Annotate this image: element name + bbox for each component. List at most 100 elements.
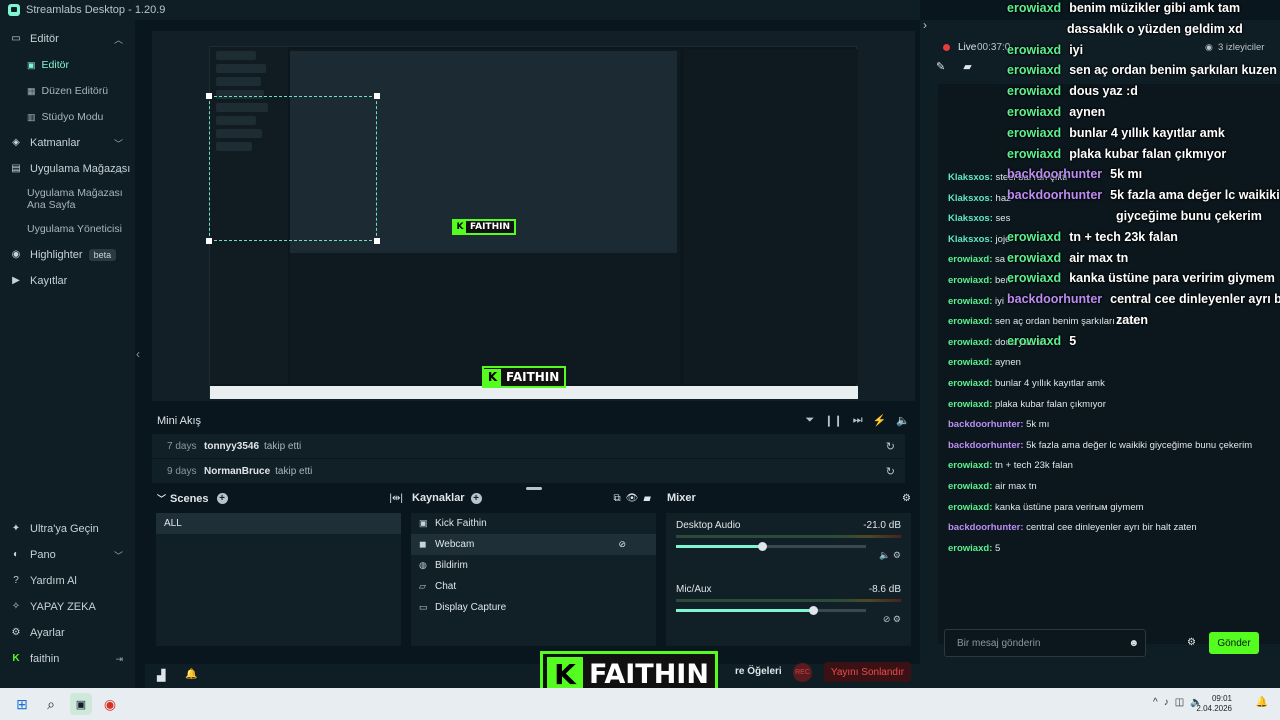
resize-divider[interactable] — [526, 487, 542, 490]
record-button[interactable]: REC — [793, 663, 812, 682]
chat-username[interactable]: erowiaxd — [948, 399, 989, 410]
gear-icon[interactable]: ⚙ — [893, 614, 901, 624]
gear-icon[interactable]: ⚙ — [902, 493, 911, 504]
mic-muted-icon[interactable]: ⊘ — [883, 614, 891, 624]
mute-alerts-icon[interactable]: ⚡ — [873, 414, 887, 427]
nav-recordings[interactable]: ▶ Kayıtlar — [0, 268, 135, 294]
resize-handle[interactable] — [374, 93, 380, 99]
chat-username[interactable]: Klaksxos — [948, 234, 990, 245]
kick-faithin-badge-small: K FAITHIN — [452, 219, 516, 235]
bell-icon[interactable]: 🔔 — [185, 669, 197, 680]
windows-start-icon[interactable]: ⊞ — [11, 693, 33, 715]
nav-highlighter[interactable]: ◉ Highlighter beta — [0, 242, 135, 268]
chat-username[interactable]: erowiaxd — [948, 316, 989, 327]
chat-username[interactable]: backdoorhunter — [948, 522, 1020, 533]
group-icon[interactable]: ⧉ — [614, 493, 626, 504]
collapse-chat-icon[interactable]: › — [923, 18, 927, 32]
volume-slider-knob[interactable] — [808, 606, 818, 615]
source-item-kick-faithin[interactable]: ▣ Kick Faithin — [411, 513, 656, 534]
chat-overlay: erowiaxd benim müzikler gibi amk tam dassa… — [1007, 0, 1280, 360]
chat-username[interactable]: erowiaxd — [948, 337, 989, 348]
search-icon[interactable]: ⌕ — [40, 693, 62, 715]
chat-input[interactable]: Bir mesaj gönderin ☻ — [944, 629, 1146, 657]
folder-icon[interactable]: ▰ — [643, 493, 656, 504]
nav-sub-editor[interactable]: ▣ Editör — [0, 52, 135, 78]
resize-handle[interactable] — [206, 238, 212, 244]
send-button[interactable]: Gönder — [1209, 632, 1259, 654]
chrome-icon[interactable]: ◉ — [99, 693, 121, 715]
resize-handle[interactable] — [206, 93, 212, 99]
chat-username[interactable]: backdoorhunter — [948, 440, 1020, 451]
nav-dashboard[interactable]: ◐ Pano ﹀ — [0, 542, 135, 568]
nav-app-store[interactable]: ▤ Uygulama Mağazası ︿ — [0, 156, 135, 182]
kick-k-icon: K — [484, 368, 501, 386]
end-stream-button[interactable]: Yayını Sonlandır — [824, 662, 911, 682]
edit-icon[interactable]: ✎ — [936, 60, 945, 73]
nav-editor[interactable]: ▭ Editör ︿ — [0, 26, 135, 52]
notifications-icon[interactable]: 🔔 — [1256, 697, 1268, 708]
nav-sub-app-store-home[interactable]: Uygulama Mağazası Ana Sayfa — [0, 182, 135, 216]
mic-icon[interactable]: ♪ — [1164, 697, 1175, 708]
mini-feed-toolbar: ⏷ ❙❙ ⏭ ⚡ 🔈 — [805, 414, 910, 427]
chat-username[interactable]: erowiaxd — [948, 543, 989, 554]
chat-username[interactable]: Klaksxos — [948, 193, 990, 204]
filter-icon[interactable]: ⏷ — [805, 414, 814, 427]
nav-ai[interactable]: ✧ YAPAY ZEKA — [0, 594, 135, 620]
nav-layers[interactable]: ◈ Katmanlar ﹀ — [0, 130, 135, 156]
chat-username[interactable]: erowiaxd — [948, 357, 989, 368]
chevron-up-icon[interactable]: ^ — [1153, 697, 1164, 708]
replay-icon[interactable]: ↻ — [886, 440, 895, 453]
volume-slider[interactable] — [676, 606, 866, 615]
nav-sub-layout-editor[interactable]: ▦ Düzen Editörü — [0, 78, 135, 104]
nav-help[interactable]: ? Yardım Al — [0, 568, 135, 594]
transition-icon[interactable]: |⇹| — [389, 493, 403, 504]
selection-box[interactable] — [209, 96, 377, 241]
chat-settings-icon[interactable]: ⚙ — [1187, 637, 1196, 648]
stream-preview[interactable]: K FAITHIN K FAITHIN — [152, 31, 915, 401]
emoji-icon[interactable]: ☻ — [1128, 638, 1139, 649]
gear-icon[interactable]: ⚙ — [893, 550, 901, 560]
skip-icon[interactable]: ⏭ — [853, 414, 863, 427]
volume-slider[interactable] — [676, 542, 866, 551]
collapse-chevron-icon[interactable]: ﹀ — [157, 492, 166, 505]
add-source-icon[interactable]: + — [470, 492, 482, 504]
chat-username[interactable]: erowiaxd — [948, 460, 989, 471]
replay-icon[interactable]: ↻ — [886, 465, 895, 478]
nav-user[interactable]: K faithin ⇥ — [0, 646, 135, 672]
chat-username[interactable]: erowiaxd — [948, 481, 989, 492]
source-item-bildirim[interactable]: ◍ Bildirim — [411, 555, 656, 576]
add-scene-icon[interactable]: + — [216, 493, 228, 504]
speaker-icon[interactable]: 🔈 — [879, 550, 890, 560]
hidden-eye-icon[interactable]: ⊘ — [618, 539, 626, 550]
chat-username[interactable]: Klaksxos — [948, 172, 990, 183]
source-item-webcam[interactable]: ◼ Webcam ⊘ — [411, 534, 656, 555]
nav-sub-app-manager[interactable]: Uygulama Yöneticisi — [0, 216, 135, 242]
source-item-display-capture[interactable]: ▭ Display Capture — [411, 597, 656, 618]
chat-username[interactable]: erowiaxd — [948, 378, 989, 389]
volume-icon[interactable]: 🔈 — [896, 414, 910, 427]
chat-username[interactable]: erowiaxd — [948, 254, 989, 265]
streamlabs-taskbar-icon[interactable]: ▣ — [70, 693, 92, 715]
chat-username[interactable]: erowiaxd — [948, 296, 989, 307]
chat-username[interactable]: Klaksxos — [948, 213, 990, 224]
stats-icon[interactable]: ▟ — [157, 669, 165, 682]
nav-help-label: Yardım Al — [30, 575, 77, 587]
chat-username[interactable]: backdoorhunter — [948, 419, 1020, 430]
source-item-chat[interactable]: ▱ Chat — [411, 576, 656, 597]
nav-settings[interactable]: ⚙ Ayarlar — [0, 620, 135, 646]
chat-username[interactable]: erowiaxd — [948, 502, 989, 513]
overlay-username: erowiaxd — [1007, 271, 1062, 286]
overlay-username: erowiaxd — [1007, 333, 1062, 348]
collapse-nav-icon[interactable]: ‹ — [136, 347, 140, 361]
source-label: Display Capture — [435, 602, 507, 613]
nav-sub-studio-mode[interactable]: ▥ Stüdyo Modu — [0, 104, 135, 130]
scene-item[interactable]: ALL — [156, 513, 401, 534]
network-icon[interactable]: ◫ — [1175, 697, 1190, 708]
nav-ultra[interactable]: ✦ Ultra'ya Geçin — [0, 516, 135, 542]
volume-slider-knob[interactable] — [757, 542, 767, 551]
chat-username[interactable]: erowiaxd — [948, 275, 989, 286]
deck-icon[interactable]: ▰ — [963, 60, 971, 73]
pause-icon[interactable]: ❙❙ — [824, 414, 842, 427]
resize-handle[interactable] — [374, 238, 380, 244]
eye-icon[interactable]: 👁 — [626, 493, 644, 504]
